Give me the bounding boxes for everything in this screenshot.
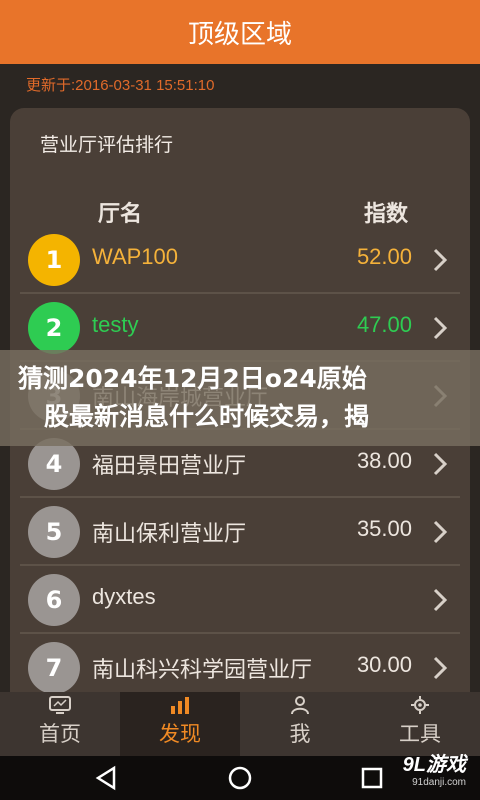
table-row[interactable]: 5 南山保利营业厅 35.00	[20, 498, 460, 566]
overlay-line-1: 猜测2024年12月2日o24原始	[18, 364, 367, 393]
card-title: 营业厅评估排行	[40, 134, 174, 156]
back-icon[interactable]	[92, 764, 120, 792]
site-watermark: 9L游戏 91danji.com	[403, 748, 466, 788]
tab-discover[interactable]: 发现	[120, 692, 240, 756]
column-header-name: 厅名	[98, 201, 143, 226]
bar-chart-icon	[171, 697, 189, 714]
rank-badge: 6	[28, 574, 80, 626]
hall-name: dyxtes	[92, 584, 156, 609]
overlay-line-2: 股最新消息什么时候交易，揭	[44, 402, 370, 431]
page-title: 顶级区域	[187, 19, 292, 50]
table-row[interactable]: 6 dyxtes	[20, 566, 460, 634]
hall-score: 35.00	[356, 516, 412, 541]
column-header-score: 指数	[363, 201, 408, 226]
hall-score: 38.00	[356, 448, 412, 473]
rank-badge: 5	[28, 506, 80, 558]
news-overlay-banner[interactable]: 猜测2024年12月2日o24原始 股最新消息什么时候交易，揭	[0, 350, 480, 446]
chevron-right-icon	[433, 248, 448, 272]
rank-badge: 2	[28, 302, 80, 354]
hall-score: 47.00	[356, 312, 412, 337]
tab-tools[interactable]: 工具	[360, 692, 480, 756]
hall-name: 南山保利营业厅	[92, 521, 247, 546]
bottom-tab-bar: 首页 发现 我 工具	[0, 692, 480, 756]
monitor-icon	[49, 696, 71, 714]
hall-name: 福田景田营业厅	[92, 453, 247, 478]
hall-name: WAP100	[92, 244, 179, 269]
hall-name: 南山科兴科学园营业厅	[92, 657, 313, 682]
tab-label: 首页	[39, 722, 81, 746]
chevron-right-icon	[433, 316, 448, 340]
hall-score: 30.00	[356, 652, 412, 677]
tab-label: 我	[289, 722, 311, 746]
tab-label: 工具	[399, 722, 441, 746]
rank-badge: 1	[28, 234, 80, 286]
chevron-right-icon	[433, 588, 448, 612]
rank-badge: 7	[28, 642, 80, 694]
tab-label: 发现	[159, 722, 201, 746]
updated-timestamp: 更新于:2016-03-31 15:51:10	[26, 77, 215, 94]
watermark-brand: 9L游戏	[402, 754, 466, 776]
table-header: 厅名 指数	[20, 178, 460, 226]
chevron-right-icon	[433, 656, 448, 680]
app-title-bar: 顶级区域	[0, 0, 480, 64]
user-icon	[291, 696, 309, 714]
chevron-right-icon	[433, 452, 448, 476]
watermark-url: 91danji.com	[412, 777, 466, 788]
home-icon[interactable]	[226, 764, 254, 792]
tab-me[interactable]: 我	[240, 692, 360, 756]
hall-name: testy	[92, 312, 139, 337]
table-row[interactable]: 1 WAP100 52.00	[20, 226, 460, 294]
chevron-right-icon	[433, 520, 448, 544]
hall-score: 52.00	[356, 244, 412, 269]
recents-icon[interactable]	[358, 764, 386, 792]
tools-icon	[411, 696, 429, 714]
tab-home[interactable]: 首页	[0, 692, 120, 756]
